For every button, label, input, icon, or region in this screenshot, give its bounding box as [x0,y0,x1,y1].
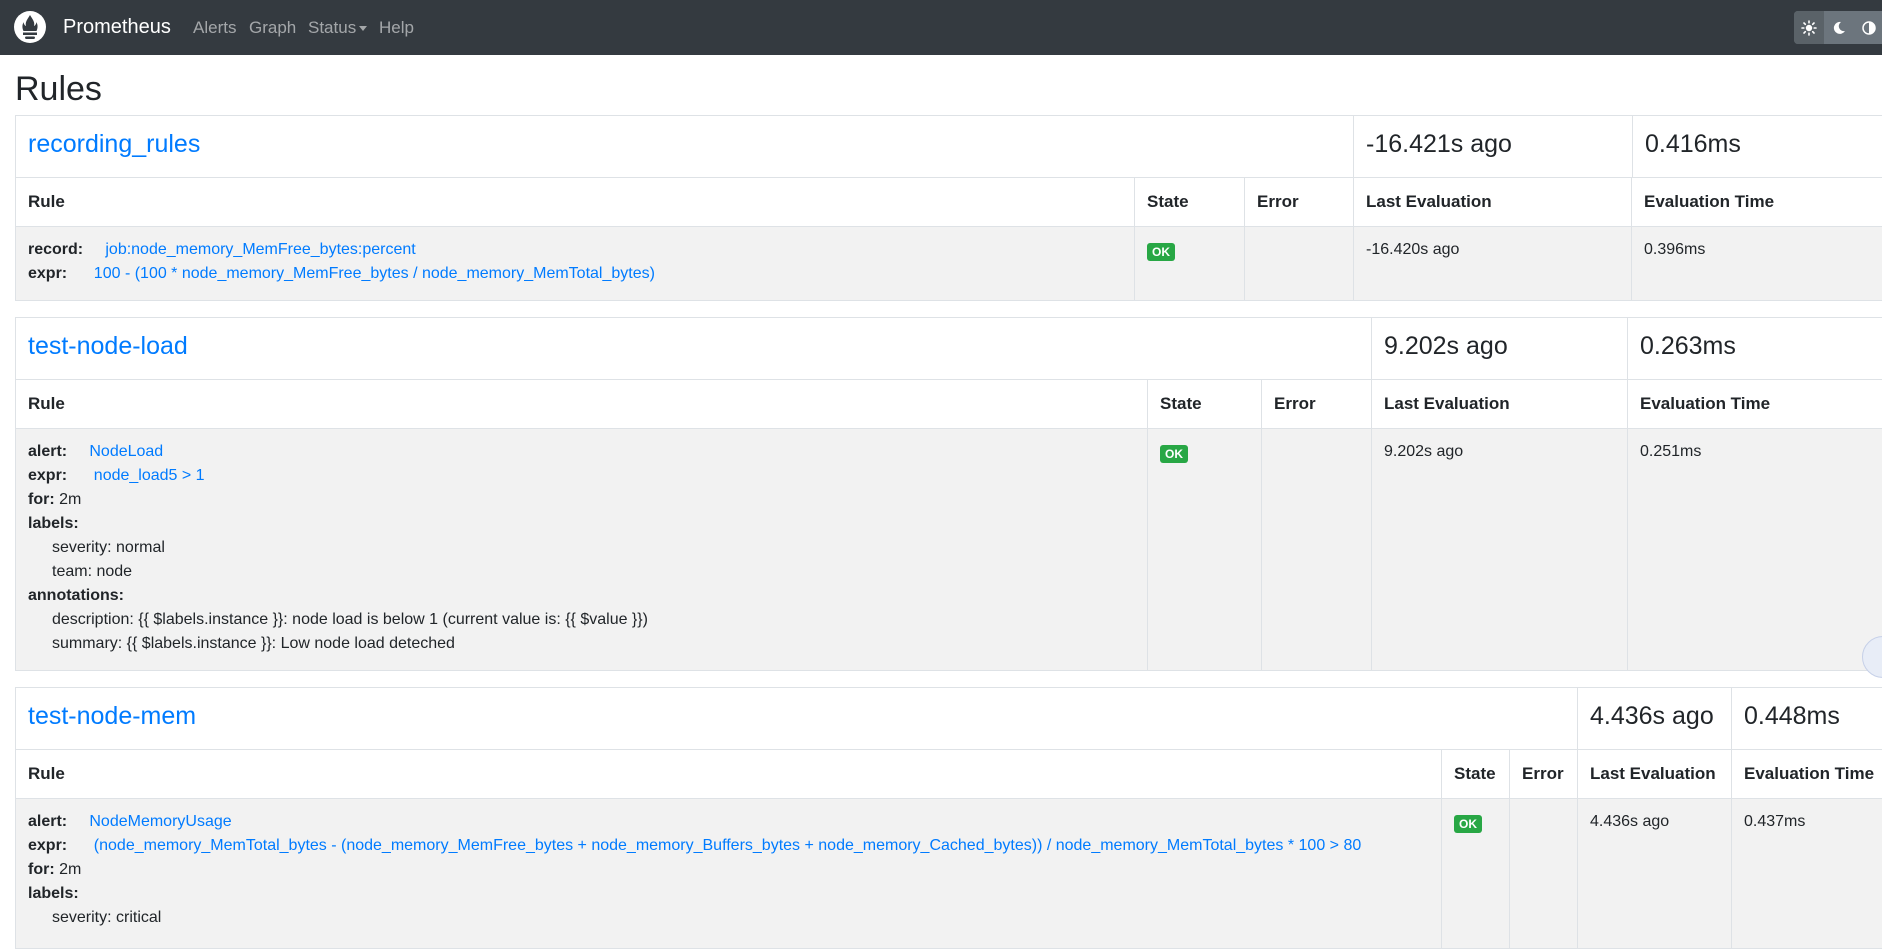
col-header-evaluation-time: Evaluation Time [1731,750,1882,798]
evaluation-time-cell: 0.396ms [1631,227,1882,300]
col-header-evaluation-time: Evaluation Time [1631,178,1882,226]
rule-cell: alert: NodeMemoryUsage expr: (node_memor… [16,799,1441,948]
group-evaluation-time: 0.448ms [1731,688,1882,749]
rule-cell: alert: NodeLoad expr: node_load5 > 1 for… [16,429,1147,670]
col-header-state: State [1441,750,1510,798]
group-header: test-node-load 9.202s ago 0.263ms [16,318,1882,380]
chevron-down-icon [359,26,368,32]
last-evaluation-cell: -16.420s ago [1353,227,1632,300]
col-header-error: Error [1261,380,1372,428]
record-name-link[interactable]: job:node_memory_MemFree_bytes:percent [105,241,415,258]
labels-key: labels: [28,515,79,532]
col-header-last-evaluation: Last Evaluation [1577,750,1732,798]
col-header-rule: Rule [28,764,65,783]
col-header-state: State [1134,178,1245,226]
group-evaluation-time-value: 0.448ms [1744,702,1840,730]
label-item: severity: normal [52,539,165,556]
expr-link[interactable]: 100 - (100 * node_memory_MemFree_bytes /… [94,265,655,282]
evaluation-time-cell: 0.437ms [1731,799,1882,948]
prometheus-logo-icon[interactable] [14,11,46,43]
expr-key: expr: [28,837,68,854]
status-badge: OK [1160,445,1188,463]
col-header-last-evaluation: Last Evaluation [1371,380,1628,428]
col-header-rule: Rule [28,394,65,413]
for-key: for: [28,491,55,508]
expr-key: expr: [28,467,68,484]
rule-group-test-node-mem: test-node-mem 4.436s ago 0.448ms Rule St… [15,687,1882,949]
error-cell [1244,227,1354,300]
col-header-error: Error [1244,178,1354,226]
group-evaluation-time-value: 0.416ms [1645,130,1741,158]
group-header: recording_rules -16.421s ago 0.416ms [16,116,1882,178]
state-cell: OK [1441,799,1510,948]
alert-name-link[interactable]: NodeMemoryUsage [89,813,231,830]
status-badge: OK [1454,815,1482,833]
last-evaluation-cell: 9.202s ago [1371,429,1628,670]
table-header: Rule State Error Last Evaluation Evaluat… [16,380,1882,429]
group-last-evaluation: 4.436s ago [1577,688,1732,749]
status-badge: OK [1147,243,1175,261]
group-last-evaluation-value: 9.202s ago [1384,332,1508,360]
sun-icon[interactable] [1794,11,1824,44]
state-cell: OK [1134,227,1245,300]
group-last-evaluation: -16.421s ago [1353,116,1632,177]
col-header-evaluation-time: Evaluation Time [1627,380,1882,428]
for-key: for: [28,861,55,878]
nav-link-graph[interactable]: Graph [249,18,296,38]
brand-name[interactable]: Prometheus [63,16,171,39]
group-evaluation-time-value: 0.263ms [1640,332,1736,360]
col-header-last-evaluation: Last Evaluation [1353,178,1632,226]
alert-key: alert: [28,813,68,830]
alert-key: alert: [28,443,68,460]
group-last-evaluation-value: 4.436s ago [1590,702,1714,730]
nav-link-status-label: Status [308,18,357,37]
label-item: team: node [52,563,133,580]
table-header: Rule State Error Last Evaluation Evaluat… [16,178,1882,227]
theme-switcher [1794,11,1882,44]
annotation-item: description: {{ $labels.instance }}: nod… [52,611,648,628]
record-key: record: [28,241,84,258]
annotation-item: summary: {{ $labels.instance }}: Low nod… [52,635,455,652]
table-row: alert: NodeLoad expr: node_load5 > 1 for… [16,429,1882,670]
alert-name-link[interactable]: NodeLoad [89,443,163,460]
rule-group-recording-rules: recording_rules -16.421s ago 0.416ms Rul… [15,115,1882,301]
group-last-evaluation-value: -16.421s ago [1366,130,1512,158]
group-evaluation-time: 0.416ms [1632,116,1882,177]
group-name-link[interactable]: test-node-load [28,332,188,361]
table-header: Rule State Error Last Evaluation Evaluat… [16,750,1882,799]
page-title: Rules [15,70,102,108]
group-last-evaluation: 9.202s ago [1371,318,1628,379]
table-row: record: job:node_memory_MemFree_bytes:pe… [16,227,1882,300]
for-value: 2m [59,861,82,878]
error-cell [1261,429,1372,670]
group-evaluation-time: 0.263ms [1627,318,1882,379]
col-header-error: Error [1509,750,1578,798]
error-cell [1509,799,1578,948]
group-header: test-node-mem 4.436s ago 0.448ms [16,688,1882,750]
expr-link[interactable]: (node_memory_MemTotal_bytes - (node_memo… [94,837,1361,854]
col-header-state: State [1147,380,1262,428]
rule-group-test-node-load: test-node-load 9.202s ago 0.263ms Rule S… [15,317,1882,671]
navbar: Prometheus Alerts Graph Status Help [0,0,1882,55]
expr-link[interactable]: node_load5 > 1 [94,467,205,484]
expr-key: expr: [28,265,68,282]
state-cell: OK [1147,429,1262,670]
nav-link-alerts[interactable]: Alerts [193,18,236,38]
labels-key: labels: [28,885,79,902]
group-name-link[interactable]: test-node-mem [28,702,196,731]
col-header-rule: Rule [28,192,65,211]
rule-cell: record: job:node_memory_MemFree_bytes:pe… [16,227,1134,300]
for-value: 2m [59,491,82,508]
group-name-link[interactable]: recording_rules [28,130,200,159]
last-evaluation-cell: 4.436s ago [1577,799,1732,948]
nav-link-status[interactable]: Status [308,18,368,38]
annotations-key: annotations: [28,587,124,604]
contrast-icon[interactable] [1854,11,1882,44]
evaluation-time-cell: 0.251ms [1627,429,1882,670]
table-row: alert: NodeMemoryUsage expr: (node_memor… [16,799,1882,948]
nav-link-help[interactable]: Help [379,18,414,38]
label-item: severity: critical [52,909,162,926]
moon-icon[interactable] [1824,11,1854,44]
